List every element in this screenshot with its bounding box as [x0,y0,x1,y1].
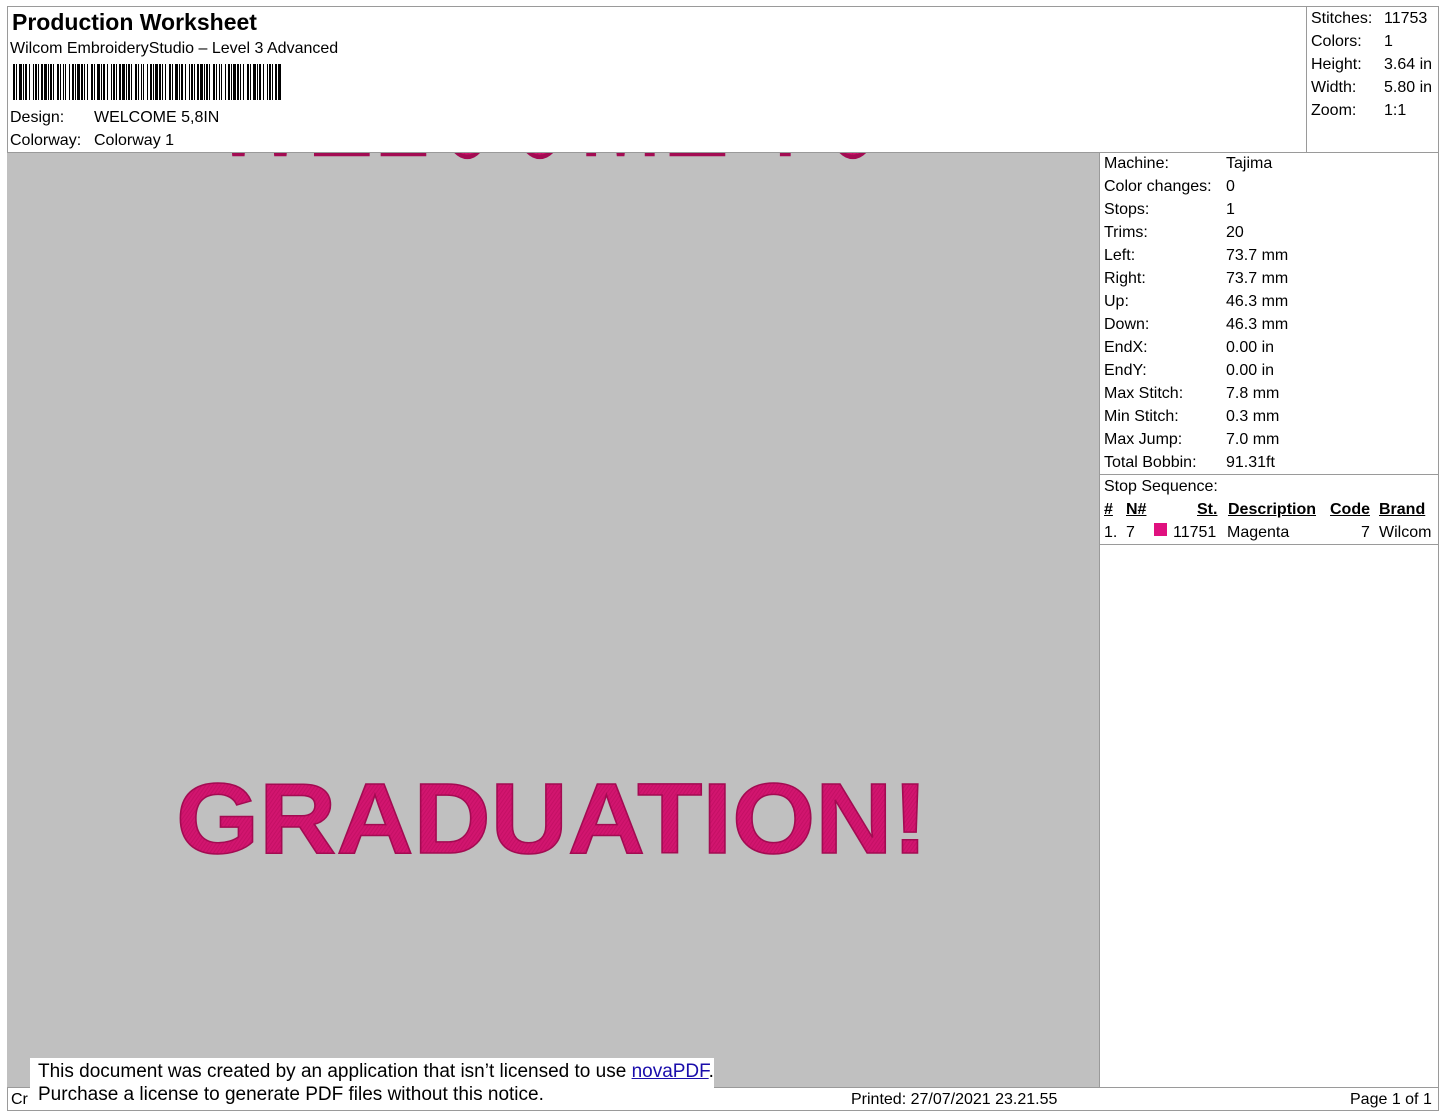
endx-label: EndX: [1104,339,1148,356]
right-label: Right: [1104,270,1146,287]
notice-text-before: This document was created by an applicat… [38,1061,632,1082]
license-notice: This document was created by an applicat… [30,1058,714,1110]
stat-zoom-value: 1:1 [1384,102,1407,119]
row-needle: 7 [1126,524,1135,541]
stat-stitches-label: Stitches: [1311,10,1373,27]
thread-color-swatch [1154,523,1167,536]
stat-stitches-value: 11753 [1384,10,1428,27]
stat-height-label: Height: [1311,56,1362,73]
col-header-stitches: St. [1197,501,1218,518]
min-stitch-label: Min Stitch: [1104,408,1179,425]
notes-panel [1099,544,1439,1088]
up-label: Up: [1104,293,1129,310]
stat-zoom-label: Zoom: [1311,102,1357,119]
software-name: Wilcom EmbroideryStudio – Level 3 Advanc… [10,40,339,57]
design-label: Design: [10,109,65,126]
col-header-description: Description [1228,501,1317,518]
row-brand: Wilcom [1379,524,1432,541]
colorway-value: Colorway 1 [94,132,175,149]
total-bobbin-label: Total Bobbin: [1104,454,1197,471]
page-title: Production Worksheet [12,9,257,35]
notice-text-after: . [708,1061,714,1082]
stops-value: 1 [1226,201,1235,218]
design-text-line2: GRADUATION! [176,763,928,875]
trims-value: 20 [1226,224,1244,241]
novapdf-link[interactable]: novaPDF [632,1061,709,1082]
right-value: 73.7 mm [1226,270,1289,287]
design-value: WELCOME 5,8IN [94,109,220,126]
printed-date: Printed: 27/07/2021 23.21.55 [851,1091,1058,1108]
machine-label: Machine: [1104,155,1169,172]
stat-height-value: 3.64 in [1384,56,1433,73]
up-value: 46.3 mm [1226,293,1289,310]
row-code: 7 [1361,524,1370,541]
down-value: 46.3 mm [1226,316,1289,333]
embroidery-artwork: WELCOME TO GRADUATION! [175,153,929,876]
barcode [13,64,281,100]
max-jump-label: Max Jump: [1104,431,1183,448]
stat-width-value: 5.80 in [1384,79,1433,96]
color-changes-label: Color changes: [1104,178,1212,195]
max-jump-value: 7.0 mm [1226,431,1280,448]
col-header-brand: Brand [1379,501,1426,518]
stat-width-label: Width: [1311,79,1357,96]
design-preview: WELCOME TO GRADUATION! [7,153,1100,1088]
stat-colors-value: 1 [1384,33,1393,50]
page-number: Page 1 of 1 [1350,1091,1432,1108]
col-header-index: # [1104,501,1113,518]
notice-line-1: This document was created by an applicat… [38,1061,714,1083]
endy-label: EndY: [1104,362,1147,379]
left-value: 73.7 mm [1226,247,1289,264]
col-header-code: Code [1330,501,1370,518]
min-stitch-value: 0.3 mm [1226,408,1280,425]
design-text-line1: WELCOME TO [212,153,892,218]
left-label: Left: [1104,247,1136,264]
colorway-label: Colorway: [10,132,82,149]
stat-colors-label: Colors: [1311,33,1362,50]
stops-label: Stops: [1104,201,1150,218]
row-stitches: 11751 [1173,524,1217,541]
machine-value: Tajima [1226,155,1273,172]
notice-line-2: Purchase a license to generate PDF files… [38,1084,544,1105]
max-stitch-value: 7.8 mm [1226,385,1280,402]
down-label: Down: [1104,316,1150,333]
footer-left-text: Cr [11,1091,28,1108]
total-bobbin-value: 91.31ft [1226,454,1275,471]
row-description: Magenta [1227,524,1290,541]
col-header-needle: N# [1126,501,1147,518]
max-stitch-label: Max Stitch: [1104,385,1184,402]
endy-value: 0.00 in [1226,362,1275,379]
color-changes-value: 0 [1226,178,1235,195]
row-index: 1. [1104,524,1118,541]
trims-label: Trims: [1104,224,1148,241]
endx-value: 0.00 in [1226,339,1275,356]
stop-sequence-title: Stop Sequence: [1104,478,1218,495]
